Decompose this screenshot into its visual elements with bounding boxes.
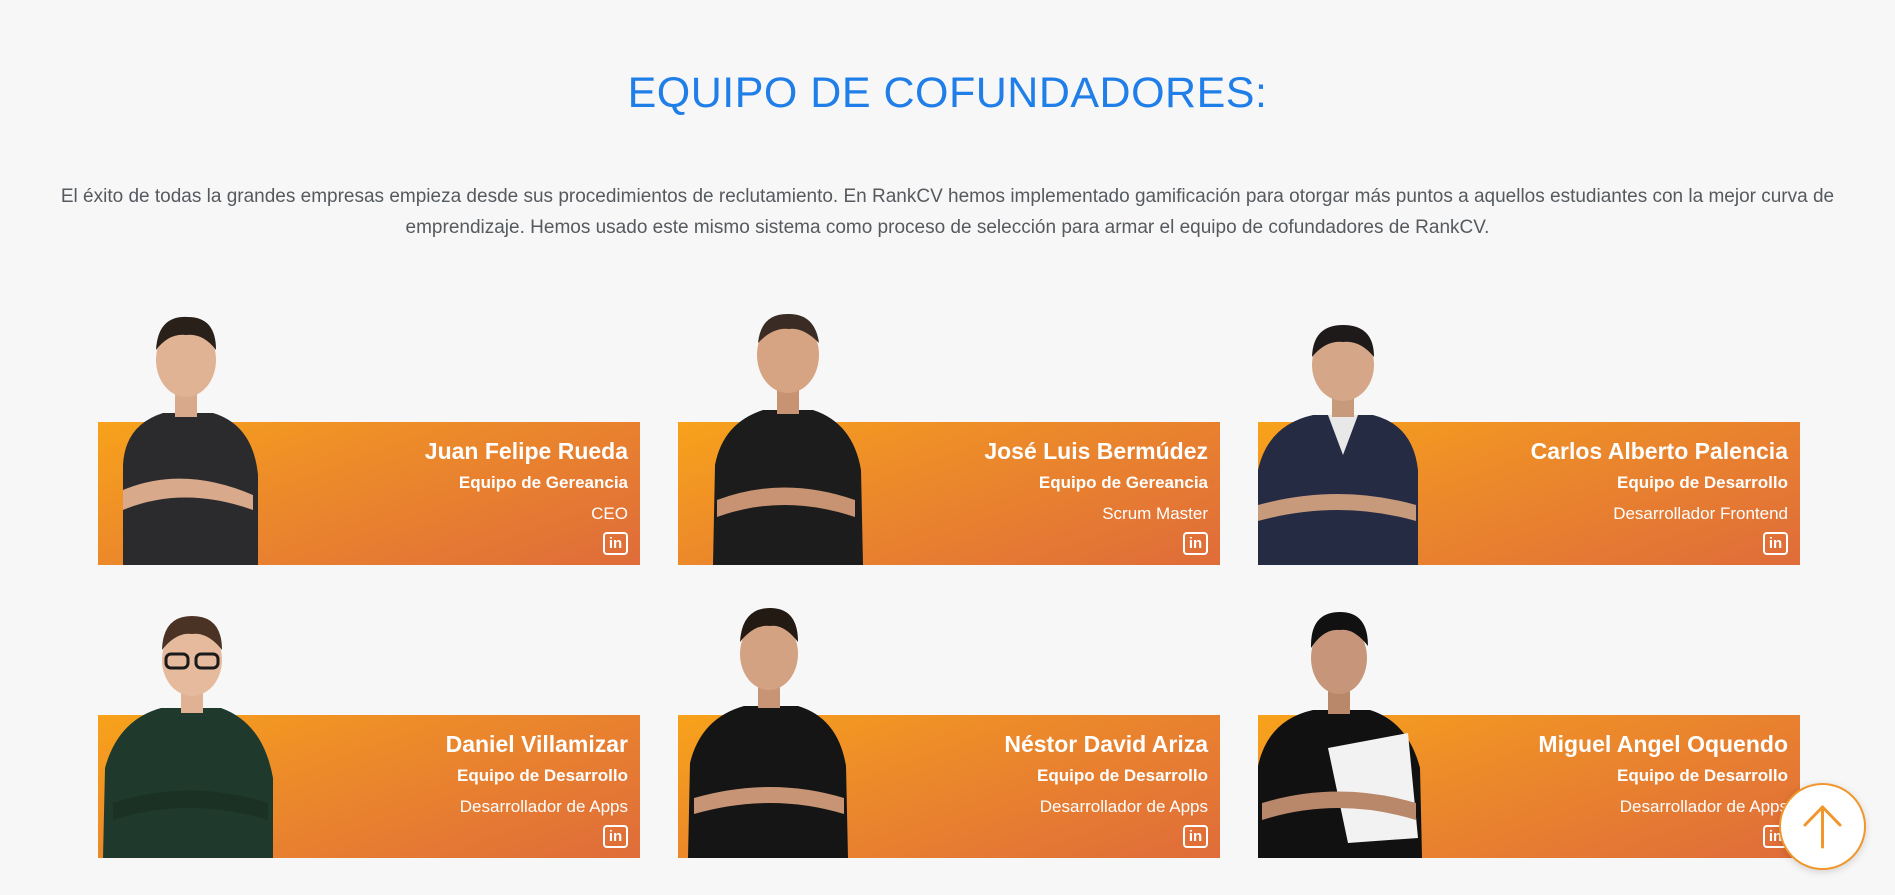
member-team: Equipo de Desarrollo [1617, 473, 1788, 492]
member-team: Equipo de Gereancia [458, 473, 628, 492]
scroll-to-top-button[interactable] [1779, 783, 1866, 870]
linkedin-icon[interactable]: in [1763, 532, 1788, 555]
section-intro: El éxito de todas la grandes empresas em… [60, 186, 1835, 238]
linkedin-icon[interactable]: in [603, 825, 628, 848]
linkedin-icon[interactable]: in [603, 532, 628, 555]
member-name: José Luis Bermúdez [984, 438, 1208, 464]
member-role: Desarrollador Frontend [1613, 504, 1788, 523]
linkedin-icon[interactable]: in [1183, 532, 1208, 555]
member-photo [103, 616, 273, 858]
member-role: Desarrollador de Apps [1619, 797, 1788, 816]
member-photo [1258, 325, 1418, 565]
member-photo [1258, 612, 1422, 858]
team-card: Miguel Angel Oquendo Equipo de Desarroll… [1258, 612, 1800, 858]
team-card: Daniel Villamizar Equipo de Desarrollo D… [98, 616, 640, 858]
team-card: José Luis Bermúdez Equipo de Gereancia S… [678, 313, 1220, 565]
member-name: Néstor David Ariza [1004, 731, 1208, 757]
section-title: EQUIPO DE COFUNDADORES: [627, 68, 1268, 117]
team-card: Juan Felipe Rueda Equipo de Gereancia CE… [98, 316, 640, 565]
member-photo [123, 316, 258, 565]
member-role: Desarrollador de Apps [459, 797, 628, 816]
member-role: CEO [591, 504, 628, 523]
member-team: Equipo de Desarrollo [1617, 766, 1788, 785]
team-card: Néstor David Ariza Equipo de Desarrollo … [678, 608, 1220, 858]
member-name: Juan Felipe Rueda [424, 438, 628, 464]
team-card: Carlos Alberto Palencia Equipo de Desarr… [1258, 325, 1800, 565]
member-role: Desarrollador de Apps [1039, 797, 1208, 816]
member-role: Scrum Master [1102, 504, 1208, 523]
member-team: Equipo de Desarrollo [457, 766, 628, 785]
member-photo [688, 608, 848, 858]
member-name: Miguel Angel Oquendo [1538, 731, 1788, 757]
arrow-up-icon [1803, 805, 1842, 849]
member-team: Equipo de Desarrollo [1037, 766, 1208, 785]
member-team: Equipo de Gereancia [1038, 473, 1208, 492]
member-name: Carlos Alberto Palencia [1530, 438, 1788, 464]
member-photo [713, 313, 863, 565]
linkedin-icon[interactable]: in [1183, 825, 1208, 848]
member-name: Daniel Villamizar [445, 731, 628, 757]
